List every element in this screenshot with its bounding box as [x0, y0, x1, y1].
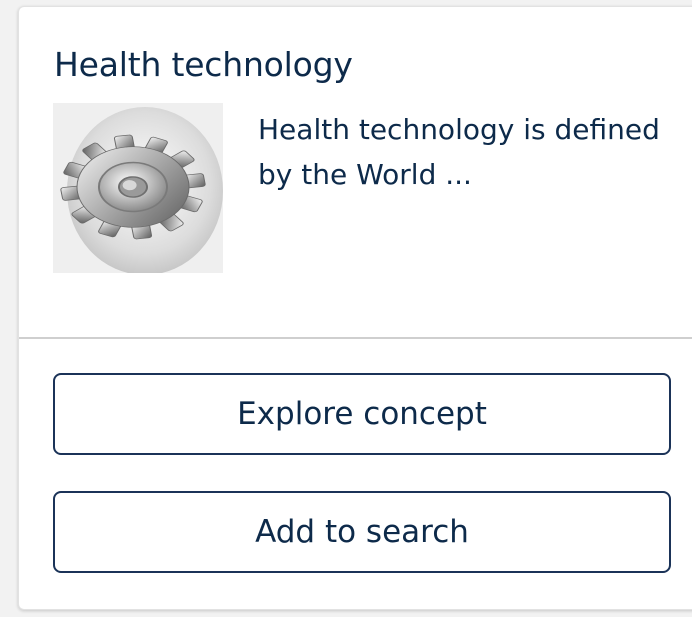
- card-title: Health technology: [54, 45, 353, 84]
- card-divider: [19, 337, 692, 339]
- concept-thumbnail: [53, 103, 223, 273]
- gear-icon: [53, 103, 223, 273]
- add-to-search-button[interactable]: Add to search: [53, 491, 671, 573]
- concept-card: Health technology Health technology is d…: [18, 6, 692, 610]
- card-description: Health technology is defined by the Worl…: [258, 113, 660, 191]
- explore-concept-button[interactable]: Explore concept: [53, 373, 671, 455]
